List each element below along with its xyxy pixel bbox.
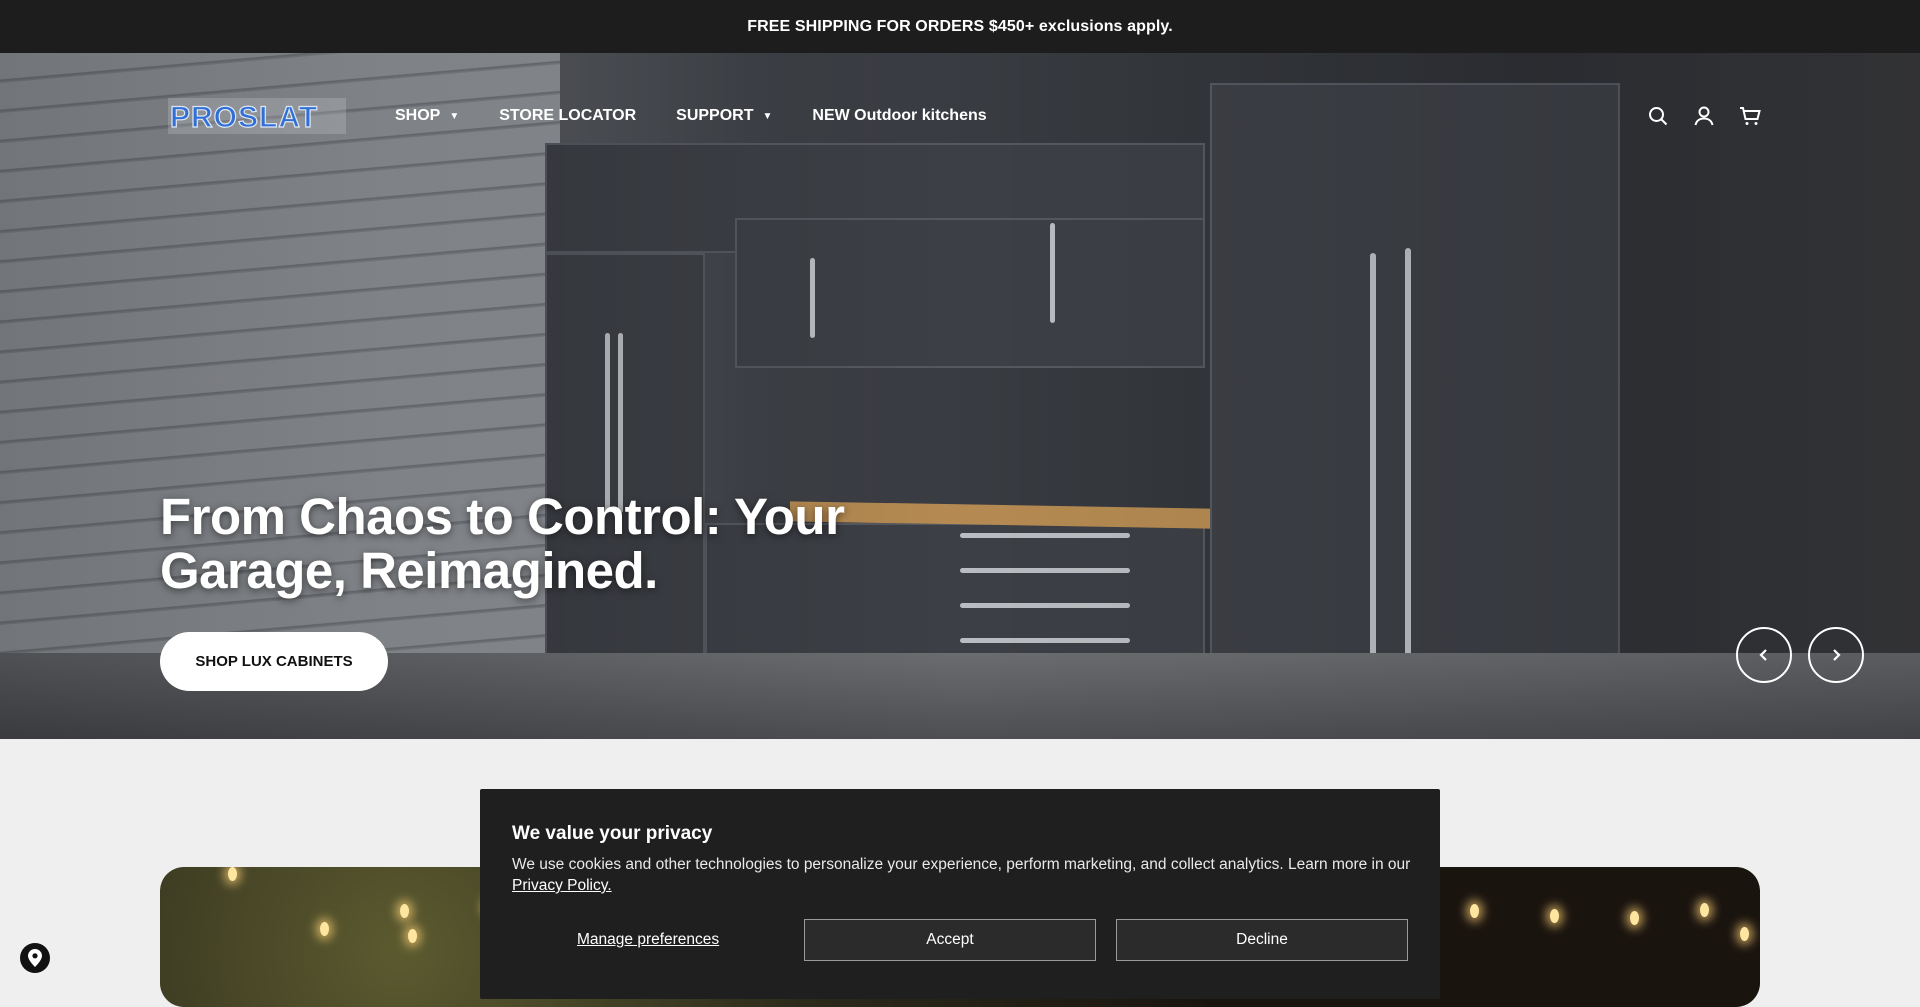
hero-headline: From Chaos to Control: Your Garage, Reim… (160, 488, 845, 599)
nav-item-label: SHOP (395, 107, 441, 124)
chevron-down-icon: ▼ (449, 110, 460, 122)
string-light (1740, 927, 1749, 941)
announcement-text: FREE SHIPPING FOR ORDERS $450+ exclusion… (747, 17, 1173, 35)
cookie-body: We use cookies and other technologies to… (512, 854, 1412, 896)
search-icon[interactable] (1646, 104, 1670, 128)
map-pin-icon (28, 949, 42, 967)
string-light (1470, 904, 1479, 918)
chevron-left-icon (1759, 649, 1767, 661)
store-locator-button[interactable] (20, 943, 50, 973)
manage-preferences-link[interactable]: Manage preferences (577, 931, 719, 949)
slider-prev-button[interactable] (1736, 627, 1792, 683)
shop-lux-cabinets-button[interactable]: SHOP LUX CABINETS (160, 632, 388, 691)
nav-item-support[interactable]: SUPPORT ▼ (676, 107, 772, 125)
nav-item-store-locator[interactable]: STORE LOCATOR (499, 107, 636, 125)
string-light (1550, 909, 1559, 923)
chevron-right-icon (1833, 649, 1841, 661)
logo-text: PROSLAT (170, 101, 318, 134)
string-light (320, 922, 329, 936)
cta-label: SHOP LUX CABINETS (195, 653, 353, 670)
string-light (400, 904, 409, 918)
main-nav: SHOP ▼ STORE LOCATOR SUPPORT ▼ NEW Outdo… (395, 107, 1027, 125)
announcement-bar: FREE SHIPPING FOR ORDERS $450+ exclusion… (0, 0, 1920, 53)
nav-item-label: STORE LOCATOR (499, 107, 637, 124)
chevron-down-icon: ▼ (762, 110, 773, 122)
accept-label: Accept (926, 931, 974, 948)
cookie-consent-banner: We value your privacy We use cookies and… (480, 789, 1440, 999)
privacy-policy-link[interactable]: Privacy Policy. (512, 877, 612, 894)
nav-item-label: SUPPORT (676, 107, 754, 124)
string-light (1700, 903, 1709, 917)
accept-button[interactable]: Accept (804, 919, 1096, 961)
decline-button[interactable]: Decline (1116, 919, 1408, 961)
cookie-body-text: We use cookies and other technologies to… (512, 856, 1411, 873)
decline-label: Decline (1236, 931, 1288, 948)
nav-item-shop[interactable]: SHOP ▼ (395, 107, 459, 125)
string-light (408, 929, 417, 943)
header-icons (1646, 104, 1762, 128)
nav-item-outdoor-kitchens[interactable]: NEW Outdoor kitchens (812, 107, 986, 125)
string-light (228, 867, 237, 881)
cookie-title: We value your privacy (512, 823, 713, 844)
string-light (1630, 911, 1639, 925)
proslat-logo[interactable]: PROSLAT (168, 98, 346, 134)
cart-icon[interactable] (1738, 104, 1762, 128)
account-icon[interactable] (1692, 104, 1716, 128)
nav-item-label: NEW Outdoor kitchens (812, 107, 987, 124)
slider-next-button[interactable] (1808, 627, 1864, 683)
